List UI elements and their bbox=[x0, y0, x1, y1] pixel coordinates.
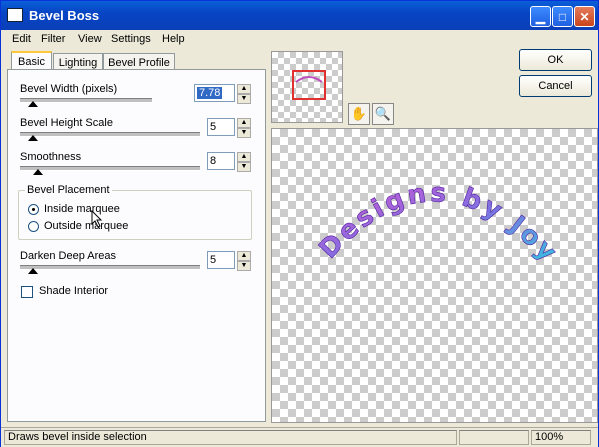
status-text: Draws bevel inside selection bbox=[4, 430, 457, 445]
menu-filter[interactable]: Filter bbox=[41, 33, 65, 45]
bevel-height-stepper[interactable]: ▲ ▼ bbox=[237, 118, 251, 138]
decrement-arrow-icon[interactable]: ▼ bbox=[237, 128, 251, 138]
increment-arrow-icon[interactable]: ▲ bbox=[237, 118, 251, 128]
bevel-width-field[interactable]: 7.78 bbox=[194, 84, 235, 102]
close-button[interactable]: ✕ bbox=[574, 6, 595, 27]
mouse-cursor-icon bbox=[91, 210, 103, 228]
bevel-height-field[interactable]: 5 bbox=[207, 118, 235, 136]
darken-deep-areas-field[interactable]: 5 bbox=[207, 251, 235, 269]
bevel-width-stepper[interactable]: ▲ ▼ bbox=[237, 84, 251, 104]
bevel-placement-title: Bevel Placement bbox=[25, 184, 112, 196]
inside-marquee-radio[interactable] bbox=[28, 204, 39, 215]
increment-arrow-icon[interactable]: ▲ bbox=[237, 84, 251, 94]
menu-view[interactable]: View bbox=[78, 33, 102, 45]
minimize-button[interactable]: ▁ bbox=[530, 6, 551, 27]
menu-settings[interactable]: Settings bbox=[111, 33, 151, 45]
bevel-placement-group: Bevel Placement Inside marquee Outside m… bbox=[18, 184, 252, 240]
status-spacer bbox=[459, 430, 529, 445]
shade-interior-checkbox[interactable] bbox=[21, 286, 33, 298]
decrement-arrow-icon[interactable]: ▼ bbox=[237, 162, 251, 172]
maximize-button[interactable]: □ bbox=[552, 6, 573, 27]
smoothness-thumb[interactable] bbox=[33, 169, 43, 175]
navigator-thumbnail[interactable] bbox=[271, 51, 343, 123]
thumbnail-preview-icon bbox=[295, 76, 323, 83]
darken-deep-areas-value: 5 bbox=[210, 254, 217, 266]
darken-deep-areas-slider[interactable] bbox=[20, 265, 200, 270]
shade-interior-label[interactable]: Shade Interior bbox=[39, 285, 108, 297]
menu-edit[interactable]: Edit bbox=[12, 33, 31, 45]
bevel-height-thumb[interactable] bbox=[28, 135, 38, 141]
darken-deep-areas-label: Darken Deep Areas bbox=[20, 250, 116, 262]
bevel-boss-window: Bevel Boss ▁ □ ✕ Edit Filter View Settin… bbox=[0, 0, 599, 447]
cancel-button[interactable]: Cancel bbox=[519, 75, 592, 97]
ok-button[interactable]: OK bbox=[519, 49, 592, 71]
bevel-width-label: Bevel Width (pixels) bbox=[20, 83, 118, 95]
outside-marquee-label[interactable]: Outside marquee bbox=[44, 220, 128, 232]
window-title: Bevel Boss bbox=[29, 8, 100, 23]
darken-deep-areas-stepper[interactable]: ▲ ▼ bbox=[237, 251, 251, 271]
increment-arrow-icon[interactable]: ▲ bbox=[237, 152, 251, 162]
settings-panel: Basic Lighting Bevel Profile Bevel Width… bbox=[4, 49, 266, 425]
bevel-width-value: 7.78 bbox=[197, 87, 223, 99]
title-bar[interactable]: Bevel Boss ▁ □ ✕ bbox=[1, 1, 598, 30]
menu-help[interactable]: Help bbox=[162, 33, 185, 45]
pan-tool-icon[interactable]: ✋ bbox=[348, 103, 370, 125]
outside-marquee-radio[interactable] bbox=[28, 221, 39, 232]
darken-deep-areas-thumb[interactable] bbox=[28, 268, 38, 274]
inside-marquee-label[interactable]: Inside marquee bbox=[44, 203, 120, 215]
smoothness-label: Smoothness bbox=[20, 151, 82, 163]
basic-tab-panel: Bevel Width (pixels) 7.78 ▲ ▼ Bevel Heig… bbox=[7, 69, 266, 422]
smoothness-stepper[interactable]: ▲ ▼ bbox=[237, 152, 251, 172]
preview-text: Designs by Joy bbox=[314, 178, 565, 269]
preview-area: ✋ 🔍 Designs by Joy bbox=[269, 49, 598, 425]
decrement-arrow-icon[interactable]: ▼ bbox=[237, 261, 251, 271]
smoothness-field[interactable]: 8 bbox=[207, 152, 235, 170]
bevel-height-label: Bevel Height Scale bbox=[20, 117, 113, 129]
zoom-tool-icon[interactable]: 🔍 bbox=[372, 103, 394, 125]
preview-canvas[interactable]: Designs by Joy bbox=[271, 128, 598, 423]
status-bar: Draws bevel inside selection 100% bbox=[1, 427, 598, 447]
preview-image: Designs by Joy bbox=[313, 178, 565, 270]
menu-bar: Edit Filter View Settings Help bbox=[1, 30, 598, 49]
smoothness-slider[interactable] bbox=[20, 166, 200, 171]
bevel-height-slider[interactable] bbox=[20, 132, 200, 137]
bevel-width-slider[interactable] bbox=[20, 98, 152, 103]
zoom-level: 100% bbox=[531, 430, 591, 445]
increment-arrow-icon[interactable]: ▲ bbox=[237, 251, 251, 261]
decrement-arrow-icon[interactable]: ▼ bbox=[237, 94, 251, 104]
bevel-height-value: 5 bbox=[210, 121, 217, 133]
app-icon bbox=[7, 8, 23, 22]
smoothness-value: 8 bbox=[210, 155, 217, 167]
bevel-width-thumb[interactable] bbox=[28, 101, 38, 107]
